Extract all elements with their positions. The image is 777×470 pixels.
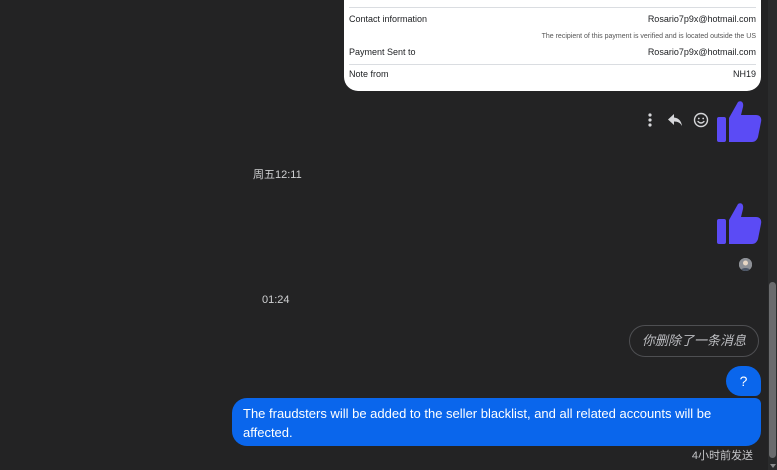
seen-avatar bbox=[739, 258, 752, 271]
payment-details-card[interactable]: Contact information Rosario7p9x@hotmail.… bbox=[344, 0, 761, 91]
message-bubble-fraud-notice[interactable]: The fraudsters will be added to the sell… bbox=[232, 398, 761, 446]
verification-note: The recipient of this payment is verifie… bbox=[541, 33, 756, 40]
card-row-label: Payment Sent to bbox=[349, 47, 416, 57]
card-divider bbox=[349, 64, 756, 65]
reply-icon[interactable] bbox=[667, 112, 683, 128]
card-divider bbox=[349, 7, 756, 8]
card-row-label: Contact information bbox=[349, 14, 428, 24]
card-row-value: Rosario7p9x@hotmail.com bbox=[647, 14, 756, 24]
message-timestamp: 周五12:11 bbox=[253, 169, 302, 181]
thumbs-up-icon bbox=[717, 203, 762, 244]
scroll-down-arrow-icon[interactable] bbox=[770, 464, 776, 468]
card-row-value: Rosario7p9x@hotmail.com bbox=[647, 47, 756, 57]
sent-status: 4小时前发送 bbox=[691, 450, 753, 462]
deleted-message-notice[interactable]: 你删除了一条消息 bbox=[629, 325, 759, 357]
card-row-value: NH19 bbox=[732, 69, 756, 79]
thumbs-up-icon bbox=[717, 101, 762, 142]
emoji-icon[interactable] bbox=[693, 112, 709, 128]
message-timestamp: 01:24 bbox=[262, 294, 290, 306]
more-options-icon[interactable] bbox=[644, 112, 656, 128]
card-row-label: Note from bbox=[349, 69, 389, 79]
scrollbar-thumb[interactable] bbox=[769, 282, 776, 458]
message-bubble-question[interactable]: ? bbox=[726, 366, 761, 396]
